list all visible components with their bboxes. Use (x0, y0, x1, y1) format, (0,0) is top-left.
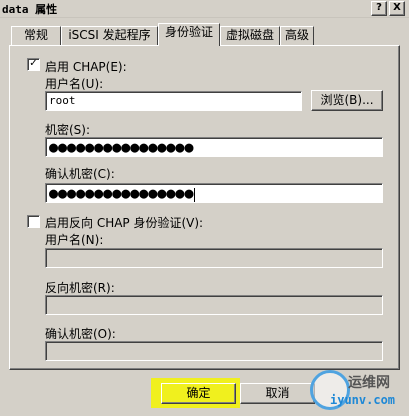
enable-chap-checkbox[interactable]: ✓ (27, 58, 40, 71)
reverse-username-input[interactable] (45, 248, 383, 268)
title-bar: data 属性 ? X (0, 0, 409, 18)
chap-confirm-value: ●●●●●●●●●●●●●●●● (49, 184, 194, 202)
chap-username-label: 用户名(U): (45, 77, 104, 91)
ok-button[interactable]: 确定 (161, 383, 236, 404)
text-caret (193, 188, 195, 202)
chap-confirm-input[interactable]: ●●●●●●●●●●●●●●●● (45, 183, 383, 203)
chap-confirm-label: 确认机密(C): (45, 167, 115, 181)
chap-secret-input[interactable]: ●●●●●●●●●●●●●●●● (45, 137, 383, 157)
chap-secret-label: 机密(S): (45, 123, 91, 137)
enable-reverse-chap-checkbox[interactable] (27, 215, 40, 228)
browse-button[interactable]: 浏览(B)... (311, 90, 383, 111)
close-button[interactable]: X (389, 1, 405, 16)
tab-general[interactable]: 常规 (11, 26, 61, 45)
reverse-confirm-input[interactable] (45, 341, 383, 361)
chap-username-input[interactable]: root (45, 91, 302, 111)
cancel-button[interactable]: 取消 (240, 383, 315, 404)
reverse-secret-label: 反向机密(R): (45, 281, 115, 295)
help-button[interactable]: ? (371, 1, 387, 16)
enable-chap-label: 启用 CHAP(E): (45, 60, 127, 74)
window-title: data 属性 (2, 3, 58, 16)
enable-reverse-chap-label: 启用反向 CHAP 身份验证(V): (45, 216, 204, 230)
tab-advanced[interactable]: 高级 (280, 26, 314, 45)
tab-virtual-disks[interactable]: 虚拟磁盘 (220, 26, 280, 45)
tab-authentication[interactable]: 身份验证 (158, 23, 220, 46)
tab-iscsi-initiators[interactable]: iSCSI 发起程序 (61, 26, 158, 45)
reverse-secret-input[interactable] (45, 295, 383, 315)
watermark-text: 运维网 (348, 375, 390, 391)
watermark-url: iyunv.com (330, 393, 396, 407)
chap-secret-value: ●●●●●●●●●●●●●●●● (49, 138, 194, 156)
reverse-username-label: 用户名(N): (45, 233, 104, 247)
reverse-confirm-label: 确认机密(O): (45, 327, 116, 341)
